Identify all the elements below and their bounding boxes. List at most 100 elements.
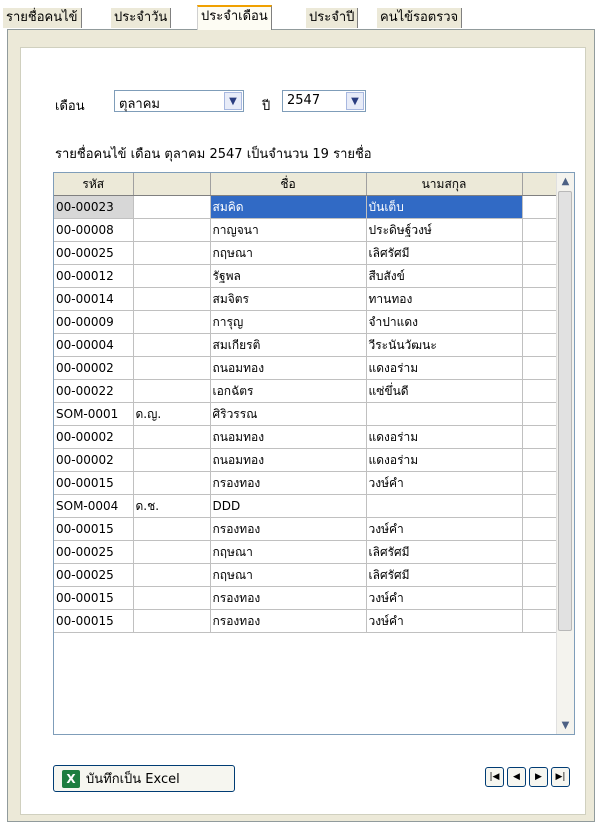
- table-cell[interactable]: แดงอร่าม: [366, 425, 523, 449]
- table-cell[interactable]: แดงอร่าม: [366, 356, 523, 380]
- table-row[interactable]: 00-00002 ถนอมทอง แดงอร่าม: [54, 448, 557, 472]
- table-cell[interactable]: เลิศรัศมี: [366, 241, 523, 265]
- table-cell[interactable]: [133, 195, 211, 219]
- tab-patient-list[interactable]: รายชื่อคนไข้: [2, 8, 82, 28]
- table-cell[interactable]: วงษ์คำ: [366, 609, 523, 633]
- table-cell[interactable]: 00-00015: [54, 609, 134, 633]
- table-cell[interactable]: วงษ์คำ: [366, 517, 523, 541]
- table-cell[interactable]: รัฐพล: [210, 264, 367, 288]
- table-cell[interactable]: [133, 448, 211, 472]
- table-cell[interactable]: 00-00023: [54, 195, 134, 219]
- table-cell[interactable]: สมเกียรติ: [210, 333, 367, 357]
- table-cell[interactable]: DDD: [210, 494, 367, 518]
- table-row[interactable]: 00-00004 สมเกียรติ วีระนันวัฒนะ: [54, 333, 557, 357]
- table-cell[interactable]: [133, 379, 211, 403]
- table-cell[interactable]: วงษ์คำ: [366, 586, 523, 610]
- table-cell[interactable]: 00-00004: [54, 333, 134, 357]
- table-cell[interactable]: 00-00002: [54, 356, 134, 380]
- table-cell[interactable]: การุญ: [210, 310, 367, 334]
- table-cell[interactable]: เลิศรัศมี: [366, 540, 523, 564]
- table-cell[interactable]: บันเต็บ: [366, 195, 523, 219]
- chevron-down-icon[interactable]: ▼: [346, 92, 364, 110]
- table-cell[interactable]: จำปาแดง: [366, 310, 523, 334]
- column-header-lastname[interactable]: นามสกุล: [366, 173, 523, 196]
- table-cell[interactable]: 00-00025: [54, 540, 134, 564]
- last-record-button[interactable]: ▶|: [551, 767, 570, 787]
- table-cell[interactable]: 00-00025: [54, 563, 134, 587]
- export-excel-button[interactable]: X บันทึกเป็น Excel: [53, 765, 235, 792]
- table-cell[interactable]: กรองทอง: [210, 471, 367, 495]
- table-row[interactable]: 00-00025 กฤษณา เลิศรัศมี: [54, 540, 557, 564]
- table-cell[interactable]: ทานทอง: [366, 287, 523, 311]
- table-cell[interactable]: กาญจนา: [210, 218, 367, 242]
- table-cell[interactable]: 00-00012: [54, 264, 134, 288]
- table-cell[interactable]: ถนอมทอง: [210, 448, 367, 472]
- table-cell[interactable]: กฤษณา: [210, 241, 367, 265]
- table-row[interactable]: 00-00012 รัฐพล สืบสังข์: [54, 264, 557, 288]
- table-cell[interactable]: [133, 471, 211, 495]
- table-cell[interactable]: [133, 425, 211, 449]
- table-row[interactable]: 00-00023 สมคิด บันเต็บ: [54, 195, 557, 219]
- column-header-firstname[interactable]: ชื่อ: [210, 173, 367, 196]
- table-cell[interactable]: เลิศรัศมี: [366, 563, 523, 587]
- table-cell[interactable]: [366, 494, 523, 518]
- table-cell[interactable]: [133, 517, 211, 541]
- table-cell[interactable]: ด.ช.: [133, 494, 211, 518]
- table-cell[interactable]: วงษ์คำ: [366, 471, 523, 495]
- tab-daily[interactable]: ประจำวัน: [110, 8, 172, 28]
- table-cell[interactable]: ถนอมทอง: [210, 425, 367, 449]
- table-cell[interactable]: 00-00015: [54, 586, 134, 610]
- next-record-button[interactable]: ▶: [529, 767, 548, 787]
- patient-grid[interactable]: รหัส ชื่อ นามสกุล 00-00023 สมคิด บันเต็บ 00…: [53, 172, 575, 735]
- table-cell[interactable]: วีระนันวัฒนะ: [366, 333, 523, 357]
- table-row[interactable]: 00-00008 กาญจนา ประดิษฐ์วงษ์: [54, 218, 557, 242]
- table-cell[interactable]: 00-00014: [54, 287, 134, 311]
- table-row[interactable]: 00-00015 กรองทอง วงษ์คำ: [54, 517, 557, 541]
- table-cell[interactable]: 00-00025: [54, 241, 134, 265]
- month-select[interactable]: ตุลาคม ▼: [114, 90, 244, 112]
- table-row[interactable]: SOM-0004 ด.ช. DDD: [54, 494, 557, 518]
- table-cell[interactable]: สมคิด: [210, 195, 367, 219]
- table-row[interactable]: 00-00015 กรองทอง วงษ์คำ: [54, 586, 557, 610]
- table-cell[interactable]: [133, 563, 211, 587]
- table-cell[interactable]: [133, 287, 211, 311]
- table-cell[interactable]: 00-00002: [54, 448, 134, 472]
- table-cell[interactable]: 00-00015: [54, 517, 134, 541]
- table-row[interactable]: 00-00025 กฤษณา เลิศรัศมี: [54, 241, 557, 265]
- table-cell[interactable]: [133, 540, 211, 564]
- table-cell[interactable]: กรองทอง: [210, 586, 367, 610]
- table-cell[interactable]: 00-00009: [54, 310, 134, 334]
- table-cell[interactable]: SOM-0004: [54, 494, 134, 518]
- table-cell[interactable]: สมจิตร: [210, 287, 367, 311]
- table-cell[interactable]: 00-00008: [54, 218, 134, 242]
- table-cell[interactable]: ศิริวรรณ: [210, 402, 367, 426]
- table-cell[interactable]: [366, 402, 523, 426]
- table-cell[interactable]: [133, 333, 211, 357]
- scroll-up-icon[interactable]: ▲: [558, 174, 573, 189]
- table-cell[interactable]: [133, 586, 211, 610]
- table-cell[interactable]: 00-00002: [54, 425, 134, 449]
- table-cell[interactable]: กฤษณา: [210, 540, 367, 564]
- table-cell[interactable]: แซ่ขึ่นดี: [366, 379, 523, 403]
- table-cell[interactable]: [133, 310, 211, 334]
- table-row[interactable]: 00-00015 กรองทอง วงษ์คำ: [54, 471, 557, 495]
- tab-yearly[interactable]: ประจำปี: [305, 8, 359, 28]
- table-row[interactable]: 00-00009 การุญ จำปาแดง: [54, 310, 557, 334]
- table-cell[interactable]: ด.ญ.: [133, 402, 211, 426]
- table-cell[interactable]: 00-00022: [54, 379, 134, 403]
- table-cell[interactable]: [133, 218, 211, 242]
- table-row[interactable]: 00-00015 กรองทอง วงษ์คำ: [54, 609, 557, 633]
- table-cell[interactable]: [133, 264, 211, 288]
- tab-waiting-patients[interactable]: คนไข้รอตรวจ: [376, 8, 463, 28]
- table-cell[interactable]: SOM-0001: [54, 402, 134, 426]
- table-row[interactable]: SOM-0001 ด.ญ. ศิริวรรณ: [54, 402, 557, 426]
- table-row[interactable]: 00-00022 เอกฉัตร แซ่ขึ่นดี: [54, 379, 557, 403]
- table-cell[interactable]: ถนอมทอง: [210, 356, 367, 380]
- table-cell[interactable]: ประดิษฐ์วงษ์: [366, 218, 523, 242]
- table-cell[interactable]: แดงอร่าม: [366, 448, 523, 472]
- table-cell[interactable]: กรองทอง: [210, 517, 367, 541]
- table-cell[interactable]: [133, 241, 211, 265]
- tab-monthly[interactable]: ประจำเดือน: [197, 5, 272, 30]
- scroll-down-icon[interactable]: ▼: [558, 718, 573, 733]
- table-row[interactable]: 00-00025 กฤษณา เลิศรัศมี: [54, 563, 557, 587]
